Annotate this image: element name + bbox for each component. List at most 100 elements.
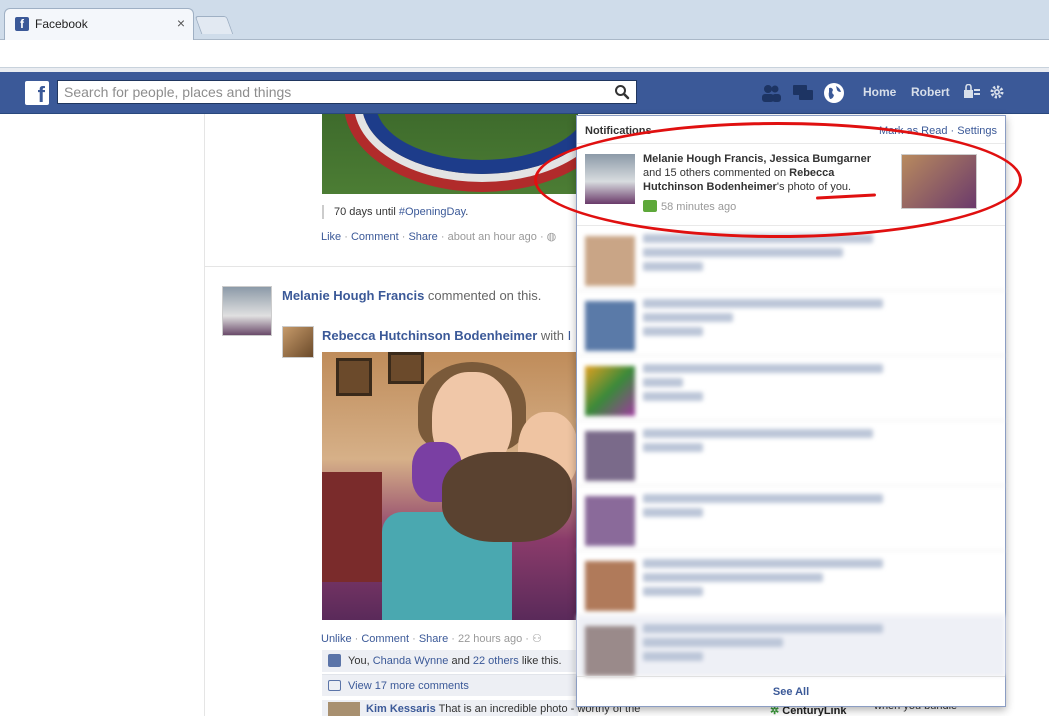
- browser-tab[interactable]: f Facebook ×: [4, 8, 194, 40]
- share-link[interactable]: Share: [408, 231, 437, 243]
- facebook-top-bar: f Home Robert: [0, 72, 1049, 114]
- notification-text: Melanie Hough Francis, Jessica Bumgarner…: [643, 152, 888, 194]
- share-link[interactable]: Share: [419, 633, 448, 645]
- notification-text-redacted: [643, 299, 888, 341]
- notification-actors: Melanie Hough Francis, Jessica Bumgarner: [643, 153, 872, 165]
- notification-avatar: [585, 366, 635, 416]
- notification-middle: and 15 others commented on: [643, 167, 790, 179]
- quote-suffix: .: [465, 206, 469, 218]
- notification-item[interactable]: Melanie Hough Francis, Jessica Bumgarner…: [577, 144, 1005, 226]
- comment-bubble-icon: [328, 680, 341, 691]
- post-timestamp[interactable]: 22 hours ago: [458, 633, 522, 645]
- address-bar[interactable]: [0, 40, 1049, 68]
- post-quote: 70 days until #OpeningDay.: [334, 206, 468, 218]
- privacy-shortcuts-icon[interactable]: [963, 84, 981, 100]
- quote-bar: [322, 205, 324, 219]
- notification-text-redacted: [643, 559, 888, 601]
- settings-link[interactable]: Settings: [957, 125, 997, 137]
- notification-item[interactable]: [577, 356, 1005, 421]
- notification-avatar: [585, 154, 635, 204]
- likes-you: You,: [348, 655, 373, 667]
- notification-item[interactable]: [577, 551, 1005, 616]
- notifications-header-links: Mark as Read · Settings: [879, 125, 997, 137]
- tagged-link[interactable]: I: [568, 328, 572, 343]
- notification-timestamp: 58 minutes ago: [661, 201, 737, 213]
- facebook-favicon-icon: f: [15, 17, 29, 31]
- notification-photo-thumb: [901, 154, 977, 209]
- liker-link[interactable]: Chanda Wynne: [373, 655, 449, 667]
- baseball-field-photo[interactable]: [322, 114, 578, 194]
- comment: Kim Kessaris That is an incredible photo…: [322, 700, 640, 716]
- like-link[interactable]: Like: [321, 231, 341, 243]
- notification-item[interactable]: [577, 226, 1005, 291]
- notification-item[interactable]: [577, 291, 1005, 356]
- profile-link[interactable]: Robert: [911, 85, 950, 99]
- close-tab-icon[interactable]: ×: [177, 15, 185, 31]
- actor-link[interactable]: Melanie Hough Francis: [282, 288, 424, 303]
- notification-text-redacted: [643, 234, 888, 276]
- notification-avatar: [585, 626, 635, 676]
- comment-link[interactable]: Comment: [351, 231, 399, 243]
- notification-text-redacted: [643, 429, 888, 457]
- notification-item[interactable]: [577, 616, 1005, 676]
- separator-dot: ·: [947, 125, 958, 137]
- notification-avatar: [585, 236, 635, 286]
- author-link[interactable]: Rebecca Hutchinson Bodenheimer: [322, 328, 537, 343]
- post-actions: Like · Comment · Share · about an hour a…: [321, 231, 557, 243]
- left-column-divider: [204, 114, 205, 716]
- story-header: Melanie Hough Francis commented on this.: [282, 288, 541, 303]
- notification-suffix: 's photo of you.: [776, 181, 852, 193]
- notification-item[interactable]: [577, 421, 1005, 486]
- public-globe-icon: ◍: [546, 231, 557, 243]
- comment-link[interactable]: Comment: [361, 633, 409, 645]
- mark-as-read-link[interactable]: Mark as Read: [879, 125, 947, 137]
- likes-and: and: [448, 655, 473, 667]
- new-tab-button[interactable]: [194, 16, 234, 34]
- notification-text-redacted: [643, 624, 888, 666]
- search-input[interactable]: [58, 81, 598, 103]
- post-photo[interactable]: [322, 352, 578, 620]
- gear-icon[interactable]: [989, 84, 1005, 100]
- hashtag-link[interactable]: #OpeningDay: [399, 206, 465, 218]
- notification-text-redacted: [643, 364, 888, 406]
- notification-text-redacted: [643, 494, 888, 522]
- notifications-dropdown: Notifications Mark as Read · Settings Me…: [576, 115, 1006, 707]
- notifications-title: Notifications: [585, 125, 652, 137]
- avatar[interactable]: [282, 326, 314, 358]
- post-actions: Unlike · Comment · Share · 22 hours ago …: [321, 633, 542, 645]
- view-more-comments-link[interactable]: View 17 more comments: [348, 680, 469, 692]
- unlike-link[interactable]: Unlike: [321, 633, 352, 645]
- notification-time: 58 minutes ago: [643, 200, 736, 213]
- with-text: with: [537, 328, 568, 343]
- friends-audience-icon: ⚇: [531, 633, 542, 645]
- comment-author-link[interactable]: Kim Kessaris: [366, 703, 436, 715]
- like-summary: You, Chanda Wynne and 22 others like thi…: [322, 650, 578, 672]
- search-box: [57, 80, 637, 104]
- more-comments-row[interactable]: View 17 more comments: [322, 674, 578, 696]
- home-link[interactable]: Home: [863, 85, 896, 99]
- post-timestamp[interactable]: about an hour ago: [448, 231, 537, 243]
- quote-prefix: 70 days until: [334, 206, 399, 218]
- thumbs-up-icon: [328, 654, 341, 667]
- story-verb: commented on this.: [424, 288, 542, 303]
- likes-suffix: like this.: [518, 655, 562, 667]
- friend-requests-icon[interactable]: [759, 82, 783, 104]
- browser-tab-strip: f Facebook ×: [0, 0, 1049, 40]
- story-separator: [204, 266, 576, 267]
- tab-title: Facebook: [35, 17, 88, 31]
- notification-avatar: [585, 496, 635, 546]
- avatar[interactable]: [328, 702, 360, 716]
- notification-item[interactable]: [577, 486, 1005, 551]
- see-all-link[interactable]: See All: [577, 676, 1005, 706]
- notification-avatar: [585, 431, 635, 481]
- comment-icon: [643, 200, 657, 212]
- notifications-globe-icon[interactable]: [822, 82, 846, 104]
- notifications-header: Notifications Mark as Read · Settings: [577, 116, 1005, 144]
- facebook-logo[interactable]: f: [25, 81, 49, 107]
- messages-icon[interactable]: [791, 82, 815, 104]
- avatar[interactable]: [222, 286, 272, 336]
- notification-avatar: [585, 561, 635, 611]
- notification-avatar: [585, 301, 635, 351]
- others-likes-link[interactable]: 22 others: [473, 655, 519, 667]
- search-icon[interactable]: [614, 84, 630, 100]
